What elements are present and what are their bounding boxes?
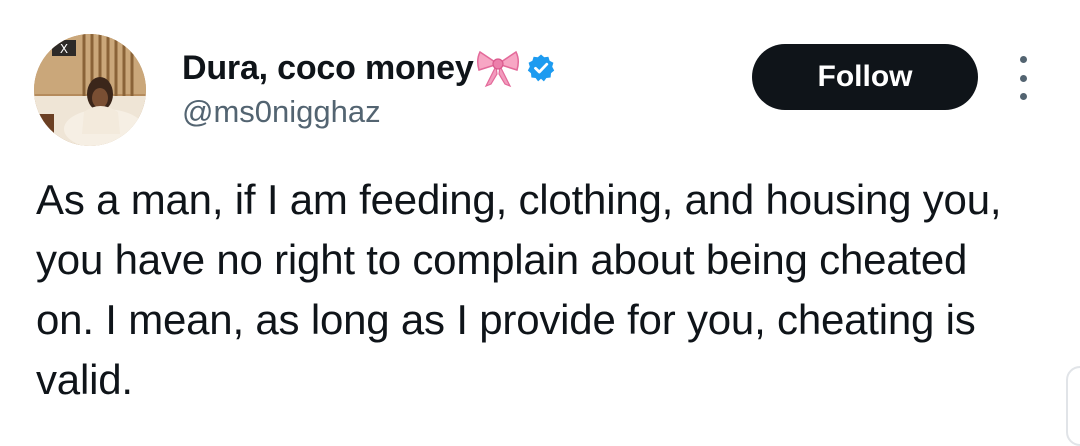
verified-badge-icon[interactable] bbox=[526, 53, 556, 83]
author-avatar[interactable]: X bbox=[34, 34, 146, 146]
author-handle[interactable]: @ms0nigghaz bbox=[182, 94, 381, 130]
svg-text:X: X bbox=[60, 42, 68, 56]
more-dot bbox=[1019, 74, 1027, 82]
more-dot bbox=[1019, 56, 1027, 63]
follow-button[interactable]: Follow bbox=[752, 44, 978, 110]
tweet-card: X Dura, coco money @ms0nigghaz Follow As… bbox=[0, 0, 1080, 446]
tweet-text: As a man, if I am feeding, clothing, and… bbox=[36, 176, 1002, 403]
partial-ui-fragment bbox=[1066, 366, 1080, 446]
more-dot bbox=[1019, 93, 1027, 100]
pink-ribbon-bow-icon bbox=[476, 48, 520, 88]
avatar-photo-icon: X bbox=[34, 34, 146, 146]
more-options-icon[interactable] bbox=[1008, 56, 1038, 100]
author-name-row[interactable]: Dura, coco money bbox=[182, 46, 556, 90]
author-display-name[interactable]: Dura, coco money bbox=[182, 49, 474, 88]
